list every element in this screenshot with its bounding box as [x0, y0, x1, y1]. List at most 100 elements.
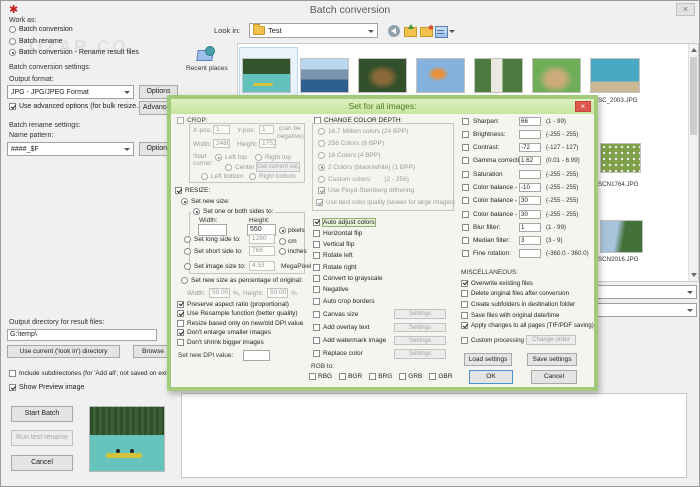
- rgb-checkbox[interactable]: GRB: [399, 372, 422, 380]
- dialog-cancel-button[interactable]: Cancel: [531, 370, 577, 384]
- thumbnail-dog[interactable]: [532, 58, 581, 93]
- checkbox-icon[interactable]: [462, 197, 469, 205]
- output-directory-input[interactable]: G:\temp\: [7, 329, 157, 341]
- checkbox-icon[interactable]: [461, 290, 468, 298]
- radio-icon[interactable]: [279, 248, 286, 255]
- checkbox-icon[interactable]: [461, 279, 468, 287]
- output-format-combo[interactable]: JPG - JPG/JPEG Format: [7, 85, 134, 99]
- adjustment-field[interactable]: [519, 249, 541, 259]
- chevron-down-icon[interactable]: [687, 291, 693, 294]
- checkbox-icon[interactable]: [313, 274, 320, 282]
- percentage-radio[interactable]: Set new size as percentage of original:: [179, 277, 305, 284]
- checkbox-icon[interactable]: [461, 337, 468, 344]
- checkbox-icon[interactable]: [177, 310, 184, 317]
- checkbox-icon[interactable]: [177, 300, 184, 308]
- misc-checkbox[interactable]: Apply changes to all pages (TIF/PDF savi…: [461, 322, 594, 330]
- radio-icon[interactable]: [9, 37, 16, 45]
- checkbox-icon[interactable]: [462, 223, 469, 231]
- checkbox-icon[interactable]: [313, 218, 320, 226]
- transform-checkbox[interactable]: Vertical flip: [313, 241, 383, 249]
- set-short-side-radio[interactable]: Set short side to:: [184, 248, 243, 255]
- checkbox-icon[interactable]: [177, 117, 184, 124]
- one-or-both-radio[interactable]: Set one or both sides to:: [191, 208, 276, 215]
- transform-checkbox[interactable]: Convert to grayscale: [313, 274, 383, 282]
- new-folder-icon[interactable]: ✱: [420, 25, 434, 37]
- resize-option-checkbox[interactable]: Don't enlarge smaller images: [177, 329, 303, 337]
- checkbox-icon[interactable]: [462, 130, 469, 138]
- thumbnail-moose[interactable]: [358, 58, 407, 93]
- adjustment-field[interactable]: -72: [519, 143, 541, 153]
- window-close-button[interactable]: ×: [676, 3, 695, 16]
- transform-checkbox[interactable]: Auto crop borders: [313, 297, 383, 305]
- checkbox-icon[interactable]: [313, 323, 320, 331]
- resize-width-field[interactable]: [198, 224, 227, 236]
- thumbnail-lake-shore[interactable]: [590, 58, 640, 93]
- look-in-combo[interactable]: Test: [249, 23, 378, 38]
- checkbox-icon[interactable]: [9, 370, 16, 377]
- radio-icon[interactable]: [184, 236, 191, 243]
- transform-checkbox[interactable]: Auto adjust colors: [313, 217, 383, 227]
- adjustment-field[interactable]: [519, 129, 541, 139]
- checkbox-icon[interactable]: [313, 337, 320, 345]
- load-settings-button[interactable]: Load settings: [464, 353, 512, 366]
- include-subdirectories-checkbox[interactable]: Include subdirectories (for 'Add all'; n…: [9, 370, 170, 377]
- input-files-listbox[interactable]: [181, 393, 687, 478]
- checkbox-icon[interactable]: [461, 300, 468, 308]
- checkbox-icon[interactable]: [9, 103, 16, 110]
- radio-icon[interactable]: [9, 26, 16, 33]
- up-folder-icon[interactable]: [404, 24, 417, 37]
- checkbox-icon[interactable]: [175, 187, 182, 194]
- cancel-batch-button[interactable]: Cancel: [11, 455, 73, 471]
- transform-checkbox[interactable]: Negative: [313, 286, 383, 294]
- set-long-side-radio[interactable]: Set long side to:: [184, 236, 241, 243]
- chevron-down-icon[interactable]: [124, 148, 130, 151]
- checkbox-icon[interactable]: [313, 310, 320, 318]
- rgb-checkbox[interactable]: BGR: [339, 372, 362, 380]
- radio-icon[interactable]: [279, 227, 286, 234]
- radio-icon[interactable]: [181, 277, 188, 284]
- thumbnail-waterfall[interactable]: [474, 58, 523, 93]
- adjustment-field[interactable]: 30: [519, 209, 541, 219]
- rgb-checkbox[interactable]: RBG: [309, 372, 332, 380]
- checkbox-icon[interactable]: [461, 311, 468, 319]
- resize-option-checkbox[interactable]: Don't shrink bigger images: [177, 338, 303, 346]
- checkbox-icon[interactable]: [313, 286, 320, 294]
- chevron-down-icon[interactable]: [124, 91, 130, 94]
- dpi-field[interactable]: [243, 350, 270, 361]
- radio-icon[interactable]: [184, 263, 191, 270]
- checkbox-icon[interactable]: [462, 144, 469, 152]
- checkbox-icon[interactable]: [309, 372, 316, 380]
- resize-checkbox[interactable]: RESIZE:: [175, 187, 210, 194]
- adjustment-field[interactable]: 1: [519, 222, 541, 232]
- misc-checkbox[interactable]: Overwrite existing files: [461, 279, 594, 287]
- unit-radio-option[interactable]: cm: [279, 237, 307, 245]
- radio-icon[interactable]: [279, 237, 286, 245]
- radio-icon[interactable]: [181, 198, 188, 205]
- scroll-down-icon[interactable]: [691, 273, 697, 277]
- checkbox-icon[interactable]: [462, 210, 469, 218]
- chevron-down-icon[interactable]: [368, 29, 374, 33]
- checkbox-icon[interactable]: [462, 117, 469, 125]
- dialog-close-button[interactable]: ×: [575, 101, 591, 112]
- checkbox-icon[interactable]: [369, 372, 377, 380]
- thumbnail-mountain-forest[interactable]: [600, 220, 643, 253]
- misc-checkbox[interactable]: Delete original files after conversion: [461, 290, 594, 298]
- adjustment-field[interactable]: -10: [519, 182, 541, 192]
- checkbox-icon[interactable]: [177, 338, 184, 346]
- checkbox-icon[interactable]: [462, 157, 469, 165]
- checkbox-icon[interactable]: [177, 329, 184, 336]
- checkbox-icon[interactable]: [313, 241, 320, 249]
- file-name[interactable]: SCN1764.JPG: [598, 181, 639, 188]
- transform-checkbox[interactable]: Rotate right: [313, 263, 383, 271]
- checkbox-icon[interactable]: [313, 297, 320, 305]
- thumbnail-flowers[interactable]: [600, 143, 641, 173]
- checkbox-icon[interactable]: [313, 252, 320, 260]
- save-settings-button[interactable]: Save settings: [527, 353, 577, 366]
- adjustment-field[interactable]: 30: [519, 196, 541, 206]
- transform-checkbox[interactable]: Horizontal flip: [313, 229, 383, 237]
- work-as-radio-option[interactable]: Batch conversion: [9, 25, 139, 34]
- file-name[interactable]: SCN2016.JPG: [598, 256, 639, 263]
- use-current-directory-button[interactable]: Use current ('look in') directory: [7, 345, 120, 358]
- checkbox-icon[interactable]: [462, 250, 469, 258]
- transform-checkbox[interactable]: Rotate left: [313, 252, 383, 260]
